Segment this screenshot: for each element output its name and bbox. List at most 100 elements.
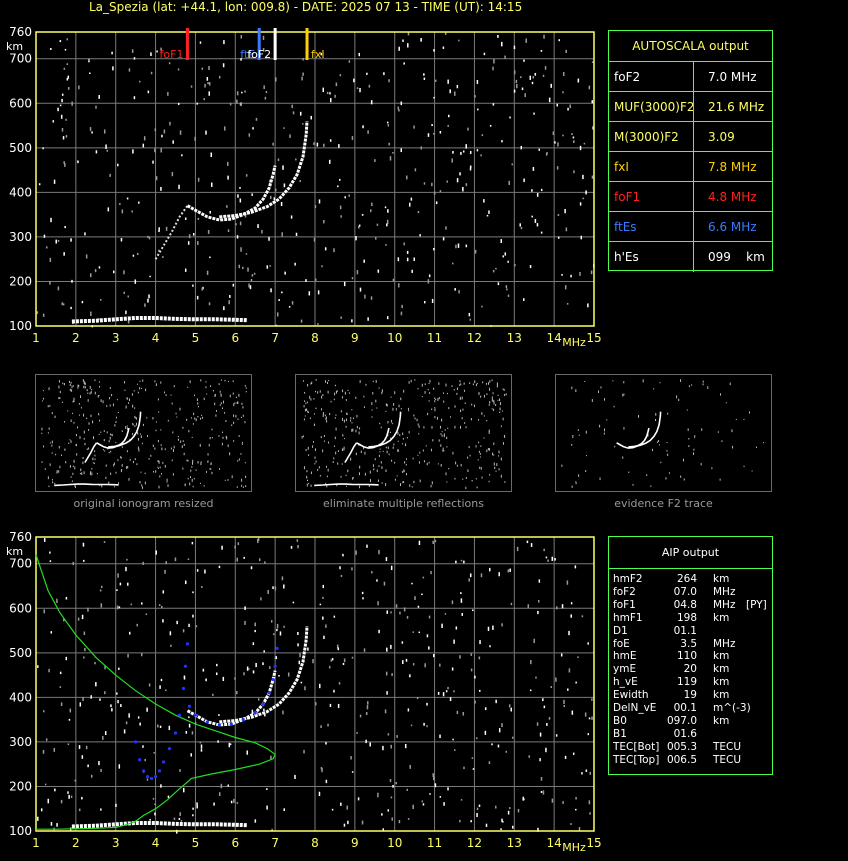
thumb-noise: [108, 481, 110, 484]
noise-dot: [522, 796, 525, 801]
y-tick-label: 300: [9, 230, 32, 244]
noise-dot: [439, 663, 441, 667]
thumb-noise: [359, 427, 361, 430]
aip-unit: MHz: [713, 637, 736, 650]
noise-dot: [330, 659, 332, 662]
thumb-noise: [453, 389, 455, 391]
thumb-noise: [186, 418, 188, 421]
thumb-noise: [443, 400, 445, 403]
thumb-noise: [193, 412, 195, 416]
noise-dot: [303, 749, 305, 754]
thumb-noise: [390, 396, 392, 398]
thumb-noise: [306, 483, 308, 487]
thumb-noise: [195, 469, 197, 471]
noise-dot: [563, 72, 565, 76]
noise-dot: [283, 183, 286, 188]
thumb-noise: [385, 483, 387, 486]
thumb-noise: [83, 430, 85, 434]
thumb-noise: [92, 420, 94, 424]
noise-dot: [244, 90, 246, 93]
thumb-noise: [51, 479, 53, 481]
x-tick-label: 4: [152, 836, 160, 850]
thumb-noise: [314, 448, 316, 451]
noise-dot: [267, 589, 269, 595]
noise-dot: [67, 743, 70, 746]
noise-dot: [213, 802, 215, 806]
thumb-noise: [159, 466, 161, 469]
noise-dot: [359, 714, 362, 718]
noise-dot: [258, 558, 261, 562]
noise-dot: [248, 283, 250, 288]
noise-dot: [386, 691, 388, 695]
noise-dot: [159, 685, 161, 689]
noise-dot: [64, 162, 66, 167]
thumb-noise: [478, 392, 480, 395]
noise-dot: [77, 160, 79, 164]
x-tick-label: 14: [547, 836, 562, 850]
thumb-noise: [379, 451, 381, 453]
thumb-noise: [600, 386, 602, 389]
thumb-noise: [345, 399, 347, 401]
noise-dot: [220, 783, 223, 789]
thumb-noise: [170, 394, 172, 396]
noise-dot: [547, 559, 549, 562]
thumb-noise: [190, 476, 192, 479]
thumb-noise: [69, 439, 71, 441]
x-tick-label: 15: [586, 331, 601, 345]
thumb-noise: [59, 390, 61, 394]
noise-dot: [316, 142, 319, 147]
thumb-noise: [471, 479, 473, 482]
noise-dot: [442, 46, 445, 49]
y-tick-label: 400: [9, 185, 32, 199]
thumb-noise: [305, 402, 307, 405]
noise-dot: [191, 731, 194, 735]
noise-dot: [301, 76, 303, 81]
noise-dot: [217, 740, 219, 743]
thumb-noise: [467, 456, 469, 459]
thumb-noise: [61, 454, 63, 457]
noise-dot: [366, 72, 368, 75]
thumb-noise: [446, 436, 448, 440]
thumb-noise: [99, 419, 101, 422]
thumb-noise: [314, 463, 316, 465]
aip-unit: km: [713, 714, 730, 727]
noise-dot: [200, 744, 203, 749]
noise-dot: [209, 210, 211, 214]
noise-dot: [565, 227, 568, 232]
thumb-noise: [505, 393, 507, 396]
noise-dot: [555, 677, 557, 682]
thumb-noise: [340, 410, 342, 413]
noise-dot: [590, 270, 593, 275]
thumb-noise: [493, 442, 495, 446]
noise-dot: [447, 686, 449, 690]
thumb-noise: [491, 398, 493, 402]
thumb-noise: [380, 461, 382, 464]
aip-trace-point: [183, 664, 188, 668]
noise-dot: [147, 235, 149, 238]
noise-dot: [361, 820, 364, 825]
noise-dot: [204, 569, 206, 574]
noise-dot: [390, 611, 392, 614]
noise-dot: [63, 67, 66, 70]
noise-dot: [192, 807, 194, 810]
thumb-noise: [396, 475, 398, 477]
noise-dot: [357, 797, 360, 801]
aip-trace-point: [146, 775, 150, 779]
noise-dot: [515, 79, 518, 84]
noise-dot: [340, 574, 343, 577]
noise-dot: [223, 306, 225, 311]
thumb-noise: [199, 482, 201, 484]
thumb-noise: [660, 461, 662, 464]
x-tick-label: 8: [311, 836, 319, 850]
thumb-noise: [391, 459, 393, 462]
noise-dot: [531, 81, 534, 85]
thumb-noise: [146, 417, 148, 419]
noise-dot: [130, 603, 133, 606]
thumb-noise: [132, 460, 134, 464]
thumb-noise: [408, 381, 410, 384]
thumb-noise: [187, 386, 189, 388]
noise-dot: [386, 223, 388, 227]
noise-dot: [81, 796, 83, 800]
thumb-noise: [190, 417, 192, 419]
noise-dot: [423, 77, 426, 80]
